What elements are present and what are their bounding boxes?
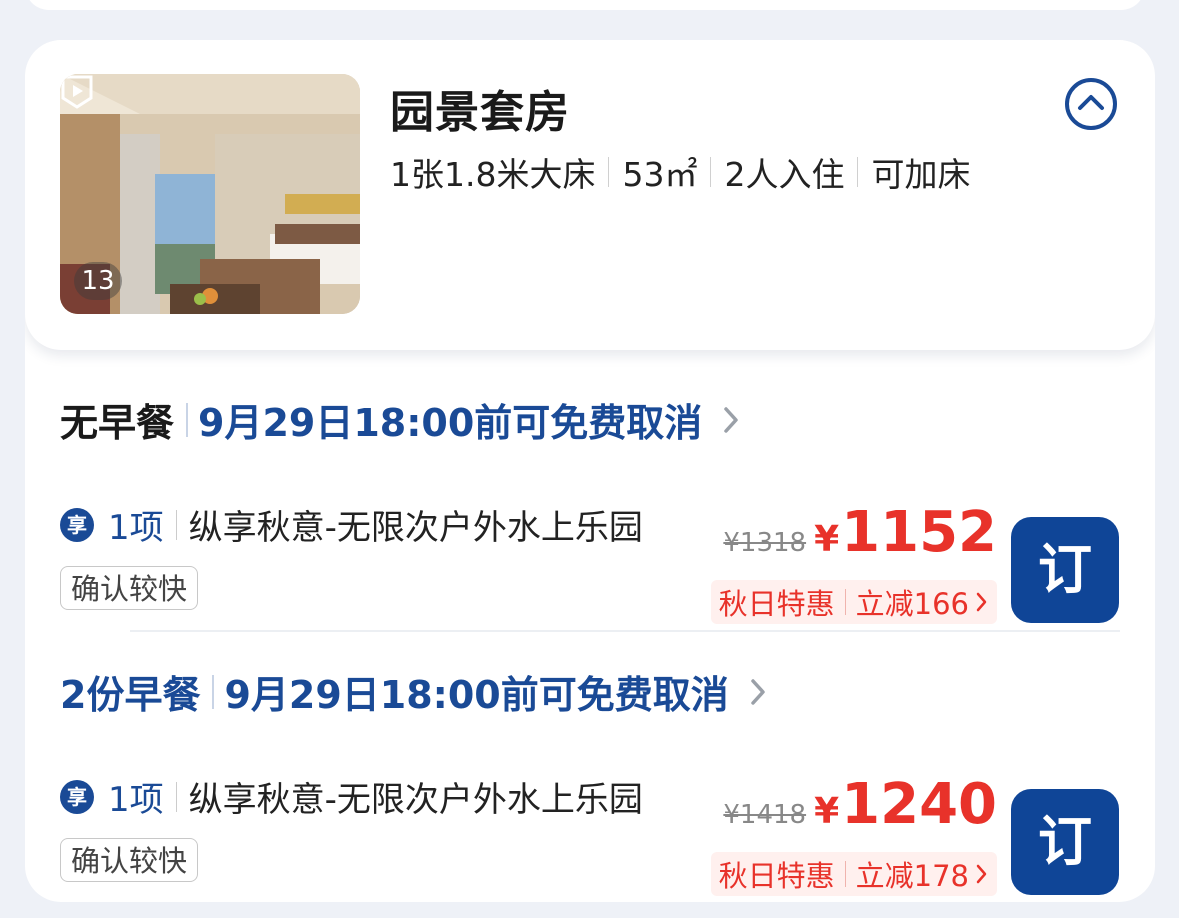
rate-plan[interactable]: 无早餐 9月29日18:00前可免费取消 享 1项 纵享秋意-无限次户外水上乐园…	[25, 350, 1155, 624]
spec-area: 53㎡	[622, 155, 698, 194]
currency-symbol: ¥	[814, 519, 840, 560]
book-button[interactable]: 订	[1011, 789, 1119, 895]
promo-name: 秋日特惠	[718, 587, 835, 621]
chevron-up-circle-icon[interactable]	[1065, 78, 1117, 130]
video-play-icon[interactable]	[60, 74, 94, 110]
original-price: ¥1318	[723, 528, 807, 558]
perk-divider	[175, 781, 177, 812]
confirm-badge: 确认较快	[60, 566, 199, 610]
cancel-policy: 9月29日18:00前可免费取消	[224, 673, 729, 717]
spec-extra-bed: 可加床	[871, 155, 971, 194]
room-header-card[interactable]: 13 园景套房 1张1.8米大床 53㎡ 2人入住 可加床	[25, 40, 1155, 350]
room-photo[interactable]: 13	[60, 74, 360, 314]
perk-count: 1项	[108, 508, 164, 548]
spec-divider	[857, 157, 859, 187]
meal-info: 2份早餐	[60, 673, 201, 717]
photo-count-badge: 13	[74, 262, 122, 300]
perk-row[interactable]: 享 1项 纵享秋意-无限次户外水上乐园	[60, 500, 643, 549]
perk-description: 纵享秋意-无限次户外水上乐园	[188, 508, 643, 548]
perk-divider	[175, 509, 177, 540]
room-panel: 13 园景套房 1张1.8米大床 53㎡ 2人入住 可加床 无早餐 9月29日1…	[25, 40, 1155, 902]
original-price: ¥1418	[723, 800, 807, 830]
price-block: ¥1418 ¥ 1240	[723, 772, 997, 837]
chevron-right-icon	[976, 864, 987, 884]
spec-divider	[710, 157, 712, 187]
perk-count: 1项	[108, 780, 164, 820]
promo-divider	[844, 861, 846, 887]
chevron-right-icon[interactable]	[749, 677, 767, 707]
promo-discount: 立减166	[855, 587, 969, 621]
promo-tag[interactable]: 秋日特惠 立减178	[710, 852, 997, 896]
xiang-badge-icon: 享	[60, 779, 94, 814]
price: 1152	[841, 500, 997, 565]
spec-bed: 1张1.8米大床	[390, 155, 596, 194]
rate-header[interactable]: 2份早餐 9月29日18:00前可免费取消	[60, 664, 767, 719]
chevron-right-icon	[976, 592, 987, 612]
price: 1240	[841, 772, 997, 837]
cancel-policy: 9月29日18:00前可免费取消	[198, 401, 703, 445]
price-block: ¥1318 ¥ 1152	[723, 500, 997, 565]
confirm-badge: 确认较快	[60, 838, 199, 882]
promo-discount: 立减178	[855, 859, 969, 893]
chevron-up-icon	[1078, 95, 1104, 110]
previous-card-edge	[25, 0, 1145, 10]
room-specs: 1张1.8米大床 53㎡ 2人入住 可加床	[390, 148, 970, 196]
perk-row[interactable]: 享 1项 纵享秋意-无限次户外水上乐园	[60, 772, 643, 821]
spec-occupancy: 2人入住	[724, 155, 845, 194]
xiang-badge-icon: 享	[60, 507, 94, 542]
perk-description: 纵享秋意-无限次户外水上乐园	[188, 780, 643, 820]
currency-symbol: ¥	[814, 791, 840, 832]
rate-header[interactable]: 无早餐 9月29日18:00前可免费取消	[60, 392, 740, 447]
book-button[interactable]: 订	[1011, 517, 1119, 623]
rate-plan[interactable]: 2份早餐 9月29日18:00前可免费取消 享 1项 纵享秋意-无限次户外水上乐…	[25, 622, 1155, 896]
promo-tag[interactable]: 秋日特惠 立减166	[710, 580, 997, 624]
meal-info: 无早餐	[60, 401, 175, 445]
header-divider	[186, 402, 189, 437]
chevron-right-icon[interactable]	[722, 405, 740, 435]
promo-name: 秋日特惠	[718, 859, 835, 893]
header-divider	[212, 674, 215, 709]
spec-divider	[608, 157, 610, 187]
promo-divider	[844, 589, 846, 615]
room-title: 园景套房	[390, 87, 570, 138]
